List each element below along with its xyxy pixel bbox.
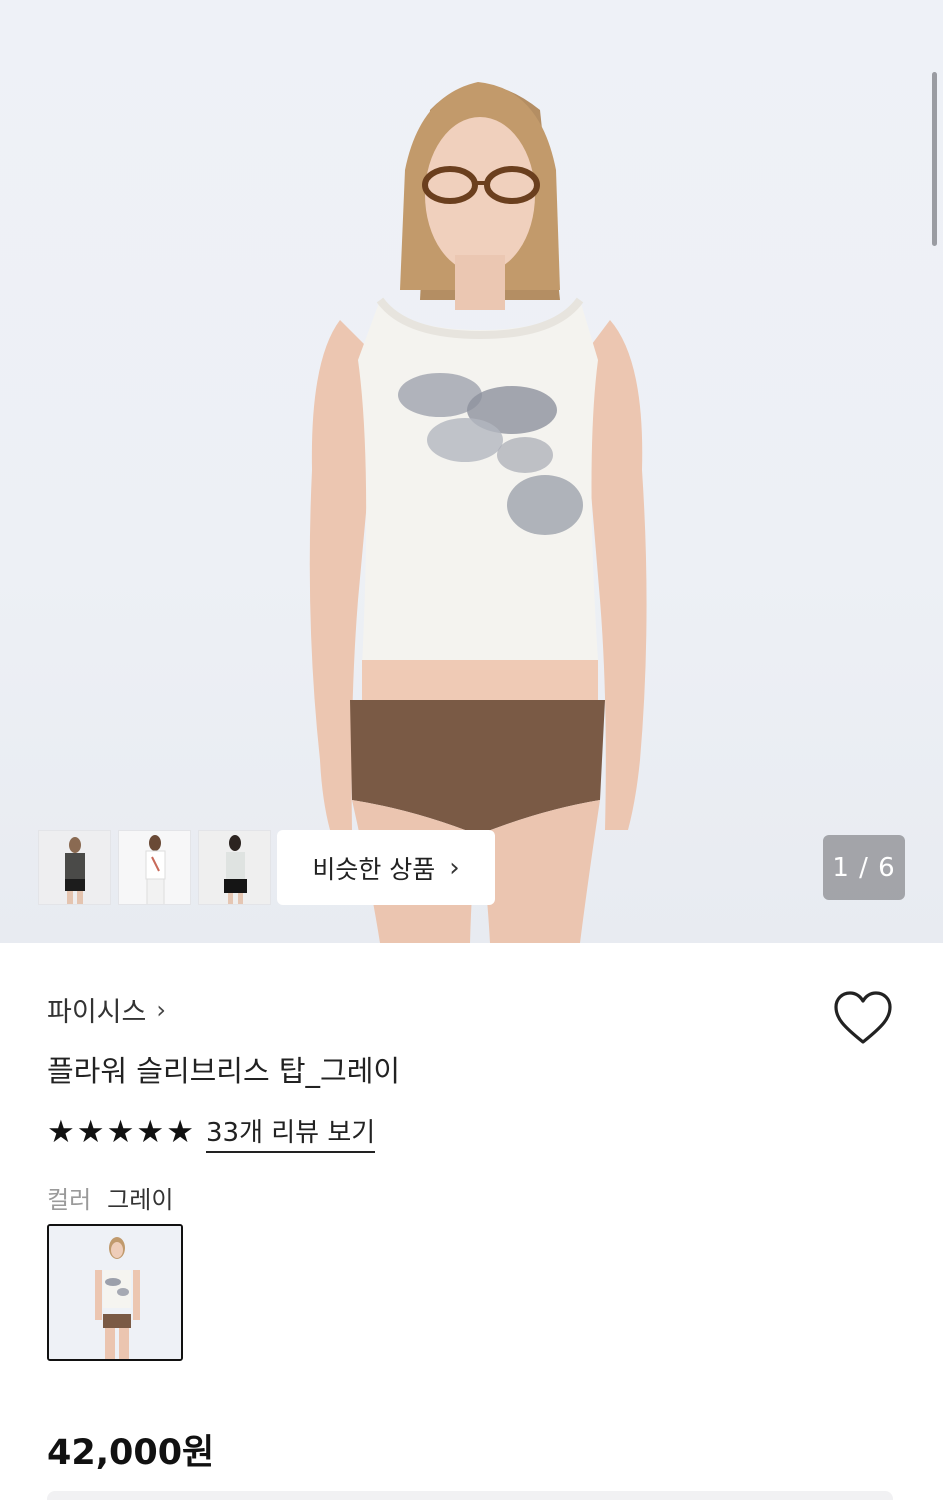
product-main-image: [309, 82, 647, 943]
rating-row: ★ ★ ★ ★ ★ 33개 리뷰 보기: [47, 1112, 376, 1153]
star-rating: ★ ★ ★ ★ ★: [47, 1117, 194, 1148]
heart-outline-icon[interactable]: [833, 990, 893, 1046]
color-value: 그레이: [107, 1186, 174, 1214]
product-title: 플라워 슬리브리스 탑_그레이: [47, 1054, 401, 1088]
thumbnail-black-tank[interactable]: [38, 830, 111, 905]
star-icon: ★: [136, 1114, 165, 1150]
color-swatch-gray[interactable]: [47, 1224, 183, 1361]
bottom-panel-edge: [47, 1491, 893, 1500]
product-price: 42,000원: [47, 1433, 215, 1473]
chevron-right-icon: ›: [449, 852, 460, 883]
color-label: 컬러: [47, 1186, 92, 1214]
image-counter: 1 / 6: [823, 835, 905, 900]
page-scrollbar[interactable]: [932, 72, 937, 246]
star-icon: ★: [76, 1114, 105, 1150]
similar-products-label: 비슷한 상품: [312, 854, 436, 884]
thumbnail-strip: [38, 830, 271, 905]
star-icon: ★: [47, 1114, 75, 1150]
thumbnail-white-print-tank[interactable]: [118, 830, 191, 905]
thumbnail-white-tank-black-skirt[interactable]: [198, 830, 271, 905]
brand-name: 파이시스: [47, 997, 147, 1028]
product-image-gallery[interactable]: 비슷한 상품 › 1 / 6: [0, 0, 943, 943]
review-link[interactable]: 33개 리뷰 보기: [205, 1112, 376, 1153]
chevron-right-icon: ›: [156, 995, 166, 1024]
similar-products-button[interactable]: 비슷한 상품 ›: [277, 830, 495, 905]
color-row: 컬러 그레이: [47, 1180, 173, 1215]
star-icon: ★: [166, 1114, 194, 1150]
brand-link[interactable]: 파이시스 ›: [47, 990, 166, 1029]
star-icon: ★: [106, 1114, 135, 1150]
